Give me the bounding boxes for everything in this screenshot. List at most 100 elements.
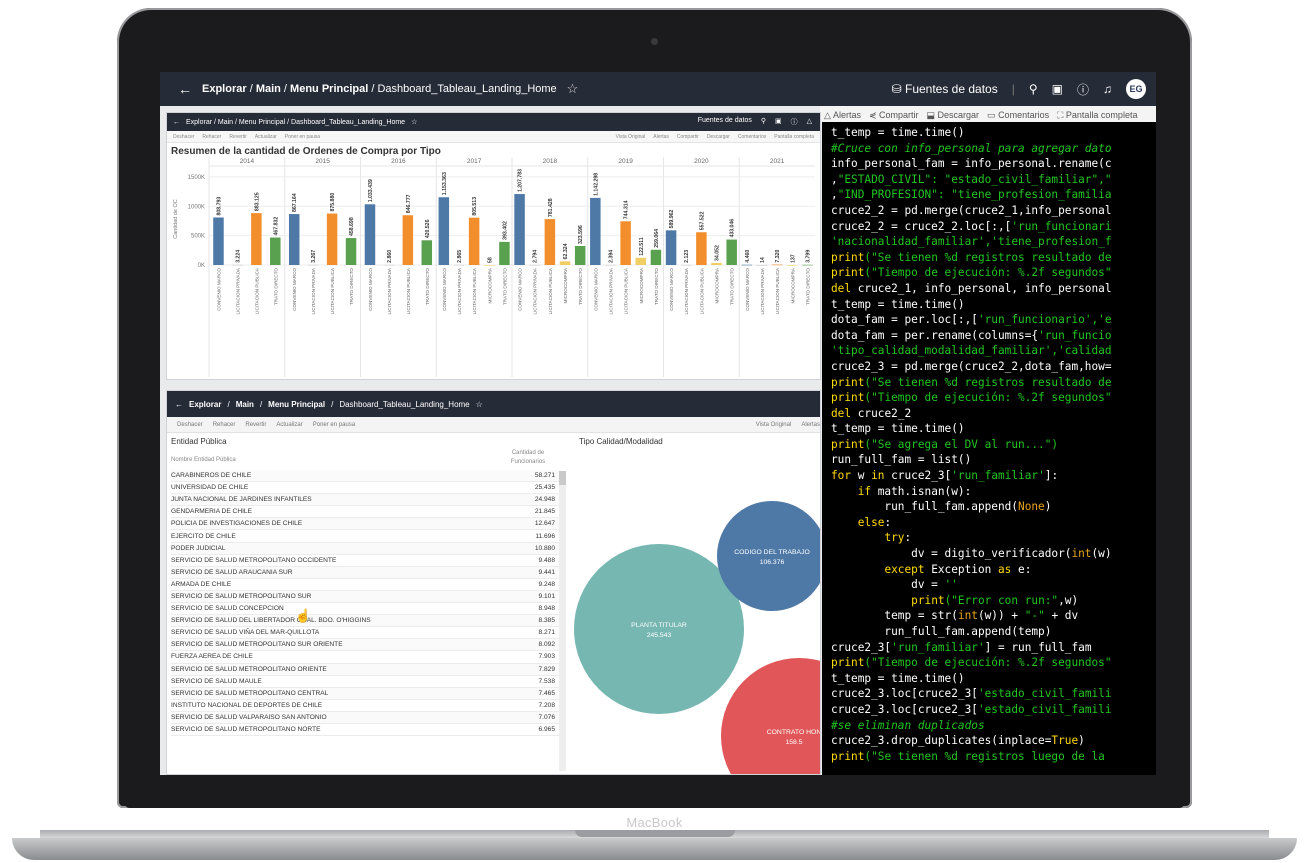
alerts-button[interactable]: Alertas [801, 422, 820, 428]
undo-button[interactable]: Deshacer [177, 422, 203, 428]
search-icon[interactable]: ⚲ [1029, 82, 1038, 96]
table-row[interactable]: SERVICIO DE SALUD VIÑA DEL MAR-QUILLOTA 8… [171, 627, 559, 640]
back-arrow-icon[interactable]: ← [178, 81, 192, 97]
bell-icon[interactable]: △ [807, 117, 812, 127]
crumb-explorar[interactable]: Explorar [189, 400, 221, 409]
crumb-main[interactable]: Main [236, 400, 254, 409]
table-row[interactable]: SERVICIO DE SALUD METROPOLITANO NORTE 6.9… [171, 724, 559, 737]
code-line: del cruce2_1, info_personal, info_person… [831, 281, 1156, 297]
redo-button[interactable]: Rehacer [213, 422, 236, 428]
table-row[interactable]: PODER JUDICIAL 10.880 [171, 542, 559, 555]
code-token: cruce2_1, info_personal, info_personal [851, 281, 1112, 295]
table-row[interactable]: ARMADA DE CHILE 9.248 [171, 579, 559, 591]
table-row[interactable]: SERVICIO DE SALUD METROPOLITANO SUR 9.101 [171, 590, 559, 604]
y-tick-label: 1500K [188, 175, 205, 181]
refresh-button[interactable]: Actualizar [276, 422, 302, 428]
revert-button[interactable]: Revertir [245, 422, 266, 428]
refresh-button[interactable]: Actualizar [255, 134, 277, 140]
bar [402, 215, 414, 265]
fullscreen-button[interactable]: Pantalla completa [774, 134, 814, 140]
code-line: del cruce2_2 [831, 406, 1156, 422]
entity-count: 7.538 [538, 677, 555, 685]
crumb-menu-principal[interactable]: Menu Principal [290, 83, 368, 95]
entity-name: EJERCITO DE CHILE [171, 532, 236, 540]
column-header-name[interactable]: Nombre Entidad Pública [171, 457, 236, 463]
table-row[interactable]: CARABINEROS DE CHILE 58.271 [171, 470, 559, 483]
alerts-button[interactable]: Alertas [653, 134, 669, 140]
help-icon[interactable]: ⓘ [791, 117, 798, 127]
back-arrow-icon[interactable]: ← [175, 400, 183, 409]
toolbar-comments[interactable]: ▭ Comentarios [987, 110, 1049, 121]
avatar[interactable]: EG [1126, 79, 1146, 99]
favorite-star-icon[interactable]: ☆ [567, 81, 579, 97]
original-view-button[interactable]: Vista Original [756, 422, 792, 428]
crumb-explorar[interactable]: Explorar [202, 83, 247, 95]
pause-button[interactable]: Poner en pausa [285, 134, 320, 140]
bar [514, 194, 525, 265]
table-row[interactable]: POLICIA DE INVESTIGACIONES DE CHILE 12.64… [171, 518, 559, 531]
table-row[interactable]: SERVICIO DE SALUD MAULE 7.538 [171, 676, 559, 688]
year-label: 2020 [694, 158, 709, 165]
new-sheet-icon[interactable]: ▣ [775, 117, 782, 127]
column-header-count[interactable]: Cantidad de Funcionarios [499, 449, 557, 467]
search-icon[interactable]: ⚲ [761, 117, 766, 127]
comments-button[interactable]: Comentarios [738, 134, 766, 140]
data-sources-link[interactable]: ⛁ Fuentes de datos [892, 82, 998, 96]
new-sheet-icon[interactable]: ▣ [1052, 82, 1063, 96]
favorite-star-icon[interactable]: ☆ [411, 118, 417, 126]
toolbar-fullscreen[interactable]: ⛶ Pantalla completa [1057, 110, 1137, 121]
code-token: ("Tiempo de ejecución: %.2f segundos" [864, 656, 1112, 670]
code-editor[interactable]: t_temp = time.time() #Cruce con info_pers… [822, 122, 1156, 775]
table-row[interactable]: GENDARMERIA DE CHILE 21.845 [171, 506, 559, 519]
crumb-main[interactable]: Main [256, 83, 281, 95]
table-row[interactable]: SERVICIO DE SALUD METROPOLITANO SUR ORIE… [171, 639, 559, 652]
bar-value-label: 2.860 [387, 250, 393, 263]
category-tick-label: TRATO DIRECTO [273, 268, 278, 305]
download-button[interactable]: Descargar [707, 134, 730, 140]
table-row[interactable]: JUNTA NACIONAL DE JARDINES INFANTILES 24.… [171, 494, 559, 507]
help-icon[interactable]: ⓘ [1077, 81, 1089, 98]
bubble-value: 158.5 [785, 739, 802, 746]
table-scrollbar[interactable] [559, 471, 566, 771]
table-row[interactable]: SERVICIO DE SALUD METROPOLITANO CENTRAL 7… [171, 687, 559, 700]
scrollbar-thumb[interactable] [559, 471, 566, 485]
share-button[interactable]: Compartir [677, 134, 699, 140]
code-line: if math.isnan(w): [831, 484, 1156, 500]
redo-button[interactable]: Rehacer [202, 134, 221, 140]
table-row[interactable]: SERVICIO DE SALUD VALPARAISO SAN ANTONIO… [171, 711, 559, 724]
bell-icon[interactable]: ♫ [1103, 82, 1112, 96]
favorite-star-icon[interactable]: ☆ [476, 400, 483, 409]
code-token: cruce2_3[ [831, 640, 892, 654]
table-row[interactable]: EJERCITO DE CHILE 11.696 [171, 530, 559, 543]
panel1-data-sources[interactable]: Fuentes de datos [698, 117, 752, 127]
table-row[interactable]: SERVICIO DE SALUD DEL LIBERTADOR GRAL. B… [171, 615, 559, 628]
bar [665, 230, 677, 265]
bubble-value: 245.543 [647, 632, 672, 639]
hand-cursor-icon: ☝ [295, 608, 312, 623]
entity-count: 10.880 [534, 544, 555, 552]
table-row[interactable]: SERVICIO DE SALUD METROPOLITANO ORIENTE 7… [171, 663, 559, 676]
category-tick-label: TRATO DIRECTO [578, 268, 583, 305]
code-token: as [998, 562, 1012, 576]
category-tick-label: MICROCOMPRA [715, 267, 720, 303]
undo-button[interactable]: Deshacer [173, 134, 194, 140]
original-view-button[interactable]: Vista Original [616, 134, 646, 140]
table-row[interactable]: INSTITUTO NACIONAL DE DEPORTES DE CHILE 7… [171, 700, 559, 712]
table-row[interactable]: SERVICIO DE SALUD CONCEPCION 8.948 [171, 603, 559, 616]
toolbar-alerts[interactable]: △ Alertas [824, 110, 861, 121]
entity-table: CARABINEROS DE CHILE 58.271 UNIVERSIDAD DE… [171, 470, 559, 737]
pause-button[interactable]: Poner en pausa [313, 422, 355, 428]
toolbar-download[interactable]: ⬓ Descargar [927, 110, 980, 121]
bubble-label: CODIGO DEL TRABAJO [734, 549, 810, 556]
table-row[interactable]: UNIVERSIDAD DE CHILE 25.435 [171, 482, 559, 495]
back-arrow-icon[interactable]: ← [173, 119, 180, 126]
crumb-menu-principal[interactable]: Menu Principal [268, 400, 325, 409]
table-row[interactable]: SERVICIO DE SALUD ARAUCANIA SUR 9.441 [171, 566, 559, 579]
entity-name: SERVICIO DE SALUD ARAUCANIA SUR [171, 568, 293, 576]
toolbar-share[interactable]: ⋞ Compartir [869, 110, 919, 121]
revert-button[interactable]: Revertir [229, 134, 247, 140]
table-row[interactable]: FUERZA AEREA DE CHILE 7.903 [171, 651, 559, 664]
table-row[interactable]: SERVICIO DE SALUD METROPOLITANO OCCIDENT… [171, 555, 559, 567]
